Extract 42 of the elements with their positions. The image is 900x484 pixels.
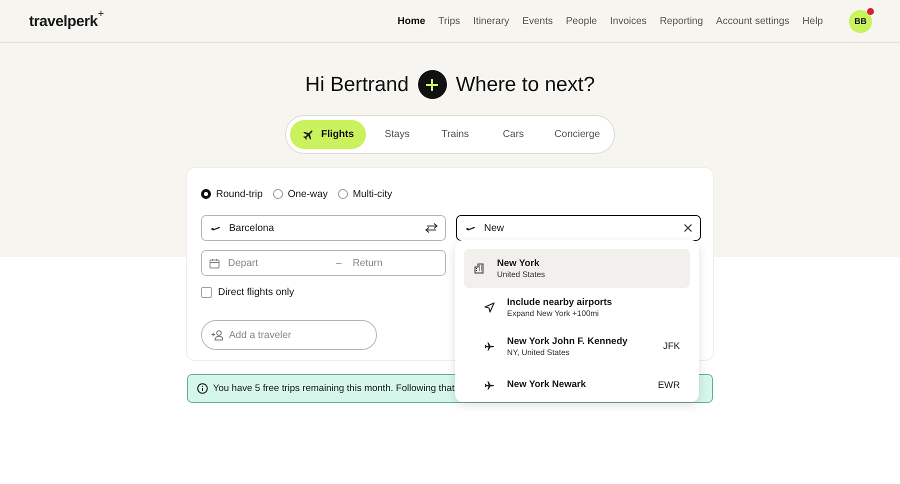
tab[interactable]: Stays — [370, 120, 424, 149]
info-icon — [197, 383, 208, 394]
trip-type-radio[interactable]: Round-trip — [201, 188, 263, 200]
airplane-icon — [484, 341, 495, 352]
avatar[interactable]: BB — [849, 10, 872, 32]
plus-button[interactable] — [418, 70, 447, 99]
building-icon — [474, 263, 485, 274]
suggestion-item[interactable]: Include nearby airports Expand New York +100mi — [464, 288, 690, 327]
direct-flights-checkbox[interactable]: Direct flights only — [201, 285, 446, 299]
nav-link[interactable]: Home — [398, 16, 426, 26]
info-text: You have 5 free trips remaining this month. Following that — [213, 383, 455, 394]
suggestion-item[interactable]: New York John F. Kennedy NY, United States JFK — [464, 327, 690, 366]
greeting-text: Hi Bertrand — [305, 72, 409, 96]
calendar-icon — [209, 258, 220, 268]
tab[interactable]: Flights — [290, 120, 366, 149]
trip-type-radio[interactable]: Multi-city — [338, 188, 392, 200]
nav-link[interactable]: Itinerary — [473, 16, 510, 26]
trip-type-radio[interactable]: One-way — [272, 188, 328, 200]
tab[interactable]: Cars — [486, 120, 540, 149]
greeting-text: Where to next? — [456, 72, 595, 96]
tab[interactable]: Concierge — [544, 120, 610, 149]
plus-icon — [425, 78, 440, 92]
nav-link[interactable]: Account settings — [716, 16, 790, 26]
nav-link[interactable]: Events — [522, 16, 553, 26]
origin-field[interactable]: Barcelona — [201, 215, 446, 241]
add-person-icon — [211, 329, 223, 341]
swap-icon[interactable] — [425, 222, 438, 234]
logo[interactable]: travelperk$^{+}$ — [29, 12, 104, 30]
nav-link[interactable]: People — [566, 16, 597, 26]
tab[interactable]: Trains — [428, 120, 482, 149]
navigation-arrow-icon — [484, 302, 495, 313]
suggestion-item[interactable]: New York United States — [464, 249, 690, 288]
nav-link[interactable]: Reporting — [660, 16, 704, 26]
airplane-icon — [302, 128, 316, 141]
nav-link[interactable]: Help — [802, 16, 823, 26]
nav-link[interactable]: Trips — [438, 16, 460, 26]
airplane-icon — [484, 380, 495, 391]
suggestion-item[interactable]: New York Newark EWR — [464, 366, 690, 402]
nav-link[interactable]: Invoices — [610, 16, 647, 26]
traveler-field[interactable]: Add a traveler — [201, 320, 377, 350]
close-icon[interactable] — [683, 223, 693, 233]
date-field[interactable]: Depart – Return — [201, 250, 446, 276]
